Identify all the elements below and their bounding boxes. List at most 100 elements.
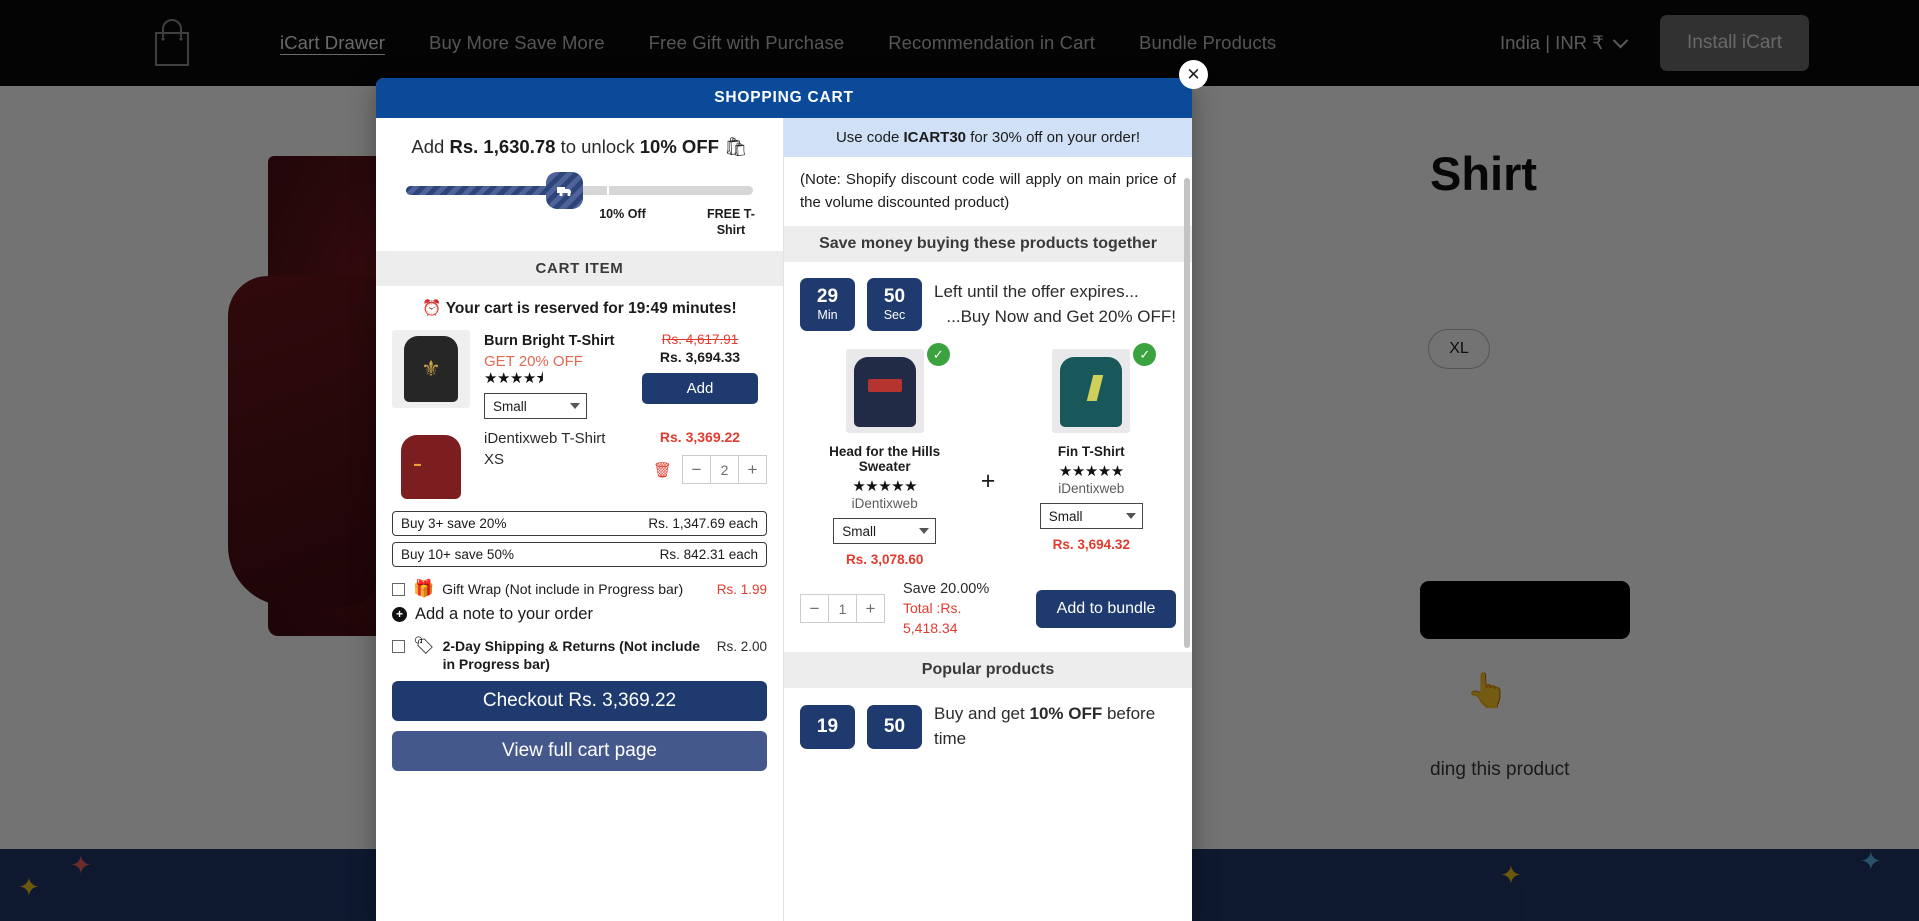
shipping-price: Rs. 2.00 <box>716 638 767 654</box>
popular-timer-seconds: 50 <box>867 705 922 750</box>
quantity-increase-button[interactable]: + <box>738 455 767 485</box>
cart-right-column: Use code ICART30 for 30% off on your ord… <box>784 118 1192 921</box>
tier-row[interactable]: Buy 3+ save 20% Rs. 1,347.69 each <box>392 511 767 537</box>
bundle-product-title[interactable]: Fin T-Shirt <box>1011 444 1171 459</box>
gift-wrap-label: Gift Wrap (Not include in Progress bar) <box>442 581 684 598</box>
bundle-product-image-wrap: ✓ <box>1052 343 1157 433</box>
check-circle-icon[interactable]: ✓ <box>926 343 950 366</box>
bundle-quantity-decrease-button[interactable]: − <box>800 594 829 624</box>
cart-line-item: ▬ iDentixweb T-Shirt XS Rs. 3,369.22 🗑 −… <box>376 421 783 507</box>
cart-item-title[interactable]: iDentixweb T-Shirt <box>484 429 619 449</box>
tier-price: Rs. 842.31 each <box>659 547 758 563</box>
navy-sweater-thumb[interactable] <box>845 349 924 433</box>
bundle-timer-min-value: 29 <box>816 286 839 308</box>
plus-separator: + <box>980 466 996 495</box>
maroon-polo-thumb[interactable]: ▬ <box>392 427 470 506</box>
bundle-variant-value: Small <box>842 523 876 539</box>
right-panel-scrollbar[interactable] <box>1184 178 1190 648</box>
cart-item-details: Burn Bright T-Shirt GET 20% OFF ★★★★⯨ Sm… <box>484 330 619 420</box>
cart-item-old-price: Rs. 4,617.91 <box>661 332 739 347</box>
bundle-product-rating: ★★★★★ <box>1058 463 1124 480</box>
cart-item-title[interactable]: Burn Bright T-Shirt <box>484 332 619 352</box>
chevron-down-icon <box>919 528 930 534</box>
promo-suffix: for 30% off on your order! <box>970 129 1141 146</box>
shipping-option: 🏷 2-Day Shipping & Returns (Not include … <box>376 630 783 676</box>
bundle-products: ✓ Head for the Hills Sweater ★★★★★ iDent… <box>784 337 1192 567</box>
black-tshirt-thumb[interactable]: ⚜ <box>392 330 470 408</box>
modal-header: SHOPPING CART <box>376 78 1192 118</box>
gift-icon: 🎁 <box>413 579 435 599</box>
view-full-cart-button[interactable]: View full cart page <box>392 731 767 772</box>
tier-row[interactable]: Buy 10+ save 50% Rs. 842.31 each <box>392 542 767 568</box>
bundle-total: Total :Rs. 5,418.34 <box>903 599 1018 638</box>
cart-item-rating: ★★★★⯨ <box>484 369 544 387</box>
cart-left-column: Add Rs. 1,630.78 to unlock 10% OFF 🛍 10%… <box>376 118 784 921</box>
progress-bar-tick <box>607 186 610 195</box>
bundle-timer-row: 29 Min 50 Sec Left until the offer expir… <box>784 262 1192 337</box>
quantity-value[interactable]: 2 <box>710 455 739 485</box>
bundle-quantity-value[interactable]: 1 <box>828 594 857 624</box>
teal-tshirt-thumb[interactable] <box>1052 349 1131 433</box>
progress-bar[interactable] <box>406 172 753 209</box>
bundle-product-image-wrap: ✓ <box>845 343 950 433</box>
cart-item-section-heading: CART ITEM <box>376 251 783 286</box>
progress-milestones: 10% Off FREE T-Shirt <box>406 207 755 241</box>
cart-cta-group: Checkout Rs. 3,369.22 View full cart pag… <box>376 675 783 783</box>
shopping-bag-emoji-icon: 🛍 <box>724 136 748 157</box>
bundle-timer-seconds: 50 Sec <box>867 278 922 331</box>
bundle-timer-text: Left until the offer expires... ...Buy N… <box>934 280 1176 329</box>
bundle-quantity-increase-button[interactable]: + <box>856 594 885 624</box>
cart-item-price: Rs. 3,369.22 <box>659 429 741 446</box>
add-note-link[interactable]: + Add a note to your order <box>376 601 783 630</box>
variant-select[interactable]: Small <box>484 393 587 420</box>
quantity-decrease-button[interactable]: − <box>682 455 711 485</box>
add-to-bundle-button[interactable]: Add to bundle <box>1036 589 1176 628</box>
chevron-down-icon <box>570 403 580 410</box>
popular-timer-min-value: 19 <box>816 715 839 737</box>
bundle-timer-minutes: 29 Min <box>800 278 855 331</box>
bundle-product-price: Rs. 3,078.60 <box>846 552 924 567</box>
fin-print-icon <box>1087 375 1104 401</box>
cart-item-variant: XS <box>484 451 505 469</box>
shirt-print-icon: ⚜ <box>421 356 441 381</box>
checkout-button[interactable]: Checkout Rs. 3,369.22 <box>392 681 767 722</box>
progress-bar-fill <box>406 186 563 195</box>
modal-title: SHOPPING CART <box>714 89 854 106</box>
check-circle-icon[interactable]: ✓ <box>1133 343 1157 366</box>
bundle-save-label: Save 20.00% <box>903 581 990 597</box>
quantity-controls: 🗑 − 2 + <box>633 455 767 485</box>
progress-section: Add Rs. 1,630.78 to unlock 10% OFF 🛍 10%… <box>376 118 783 251</box>
popular-timer-minutes: 19 <box>800 705 855 750</box>
brand-print-icon: ▬ <box>414 461 421 469</box>
add-button[interactable]: Add <box>642 373 758 404</box>
bundle-product-title[interactable]: Head for the Hills Sweater <box>805 444 965 474</box>
bundle-savings: Save 20.00% Total :Rs. 5,418.34 <box>903 579 1018 638</box>
shipping-checkbox[interactable] <box>392 639 405 653</box>
progress-amount: Rs. 1,630.78 <box>449 136 556 157</box>
trash-icon[interactable]: 🗑 <box>653 461 672 479</box>
shopping-cart-modal: SHOPPING CART Add Rs. 1,630.78 to unlock… <box>376 78 1192 921</box>
bundle-variant-select[interactable]: Small <box>1039 503 1143 529</box>
quantity-stepper: − 2 + <box>682 455 767 485</box>
tier-price: Rs. 1,347.69 each <box>648 516 758 532</box>
cart-item-details: iDentixweb T-Shirt XS <box>484 427 619 505</box>
popular-text-prefix: Buy and get <box>934 704 1025 724</box>
bundle-product: ✓ Fin T-Shirt ★★★★★ iDentixweb Small Rs.… <box>1011 343 1171 552</box>
gift-wrap-checkbox[interactable] <box>392 583 405 597</box>
bundle-timer-min-label: Min <box>817 307 838 322</box>
cart-items-scroll-area: ⏰ Your cart is reserved for 19:49 minute… <box>376 286 783 921</box>
cart-item-new-price: Rs. 3,694.33 <box>659 349 741 365</box>
plus-circle-icon: + <box>392 606 407 622</box>
popular-timer-row: 19 50 Buy and get 10% OFF before time <box>784 688 1192 751</box>
tier-label: Buy 3+ save 20% <box>401 516 507 532</box>
bundle-variant-select[interactable]: Small <box>833 518 937 544</box>
progress-message: Add Rs. 1,630.78 to unlock 10% OFF 🛍 <box>392 136 767 158</box>
gift-wrap-option: 🎁 Gift Wrap (Not include in Progress bar… <box>376 573 783 600</box>
promo-note: (Note: Shopify discount code will apply … <box>800 171 1176 211</box>
promo-code: ICART30 <box>903 129 967 146</box>
cart-item-pricing: Rs. 4,617.91 Rs. 3,694.33 Add <box>633 330 767 419</box>
bundle-product: ✓ Head for the Hills Sweater ★★★★★ iDent… <box>805 343 965 567</box>
cart-line-item: ⚜ Burn Bright T-Shirt GET 20% OFF ★★★★⯨ … <box>376 324 783 421</box>
shipping-label: 2-Day Shipping & Returns (Not include in… <box>442 637 701 672</box>
close-icon[interactable]: ✕ <box>1179 60 1208 89</box>
